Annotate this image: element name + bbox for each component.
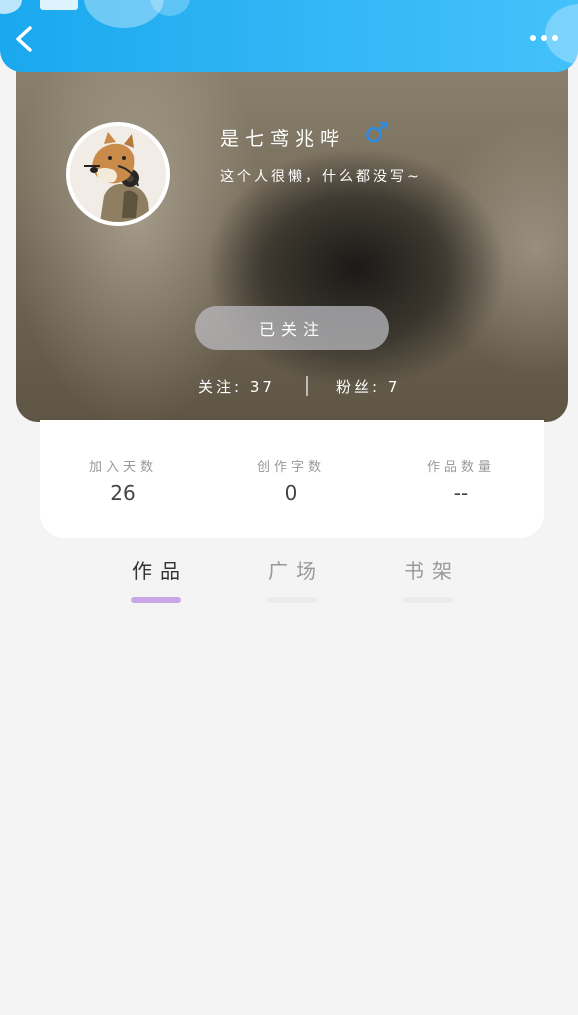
top-app-bar	[0, 0, 578, 72]
username: 是七鸢兆哔	[220, 128, 346, 150]
tab-bookshelf[interactable]: 书架	[388, 555, 468, 607]
tab-label: 广场	[268, 559, 324, 583]
stat-value: 0	[284, 481, 298, 505]
stat-value: --	[453, 481, 469, 505]
tab-works[interactable]: 作品	[116, 555, 196, 607]
avatar[interactable]	[66, 122, 170, 226]
following-count[interactable]: 关注: 37	[198, 376, 275, 397]
user-bio: 这个人很懒，什么都没写~	[220, 169, 422, 185]
stat-value: 26	[110, 481, 136, 505]
more-dots-icon	[530, 35, 536, 41]
tab-plaza[interactable]: 广场	[252, 555, 332, 607]
back-button[interactable]	[10, 22, 40, 56]
stat-word-count: 创作字数 0	[221, 456, 361, 505]
count-divider	[306, 376, 308, 396]
tab-indicator	[131, 597, 181, 603]
stats-panel: 加入天数 26 创作字数 0 作品数量 --	[40, 420, 544, 538]
decor-bubble	[0, 0, 22, 14]
more-dots-icon	[541, 35, 547, 41]
stat-label: 创作字数	[256, 460, 325, 475]
follow-status-button[interactable]: 已关注	[195, 306, 389, 350]
content-tabs: 作品 广场 书架	[0, 555, 578, 611]
more-button[interactable]	[530, 30, 566, 46]
stat-works-count: 作品数量 --	[391, 456, 531, 505]
tab-label: 作品	[132, 559, 188, 583]
male-gender-icon: ♂	[364, 116, 390, 149]
stat-join-days: 加入天数 26	[53, 456, 193, 505]
more-dots-icon	[552, 35, 558, 41]
follow-counts: 关注: 37 粉丝: 7	[16, 374, 568, 398]
tab-indicator	[267, 597, 317, 603]
stat-label: 加入天数	[88, 460, 157, 475]
chevron-left-icon	[16, 26, 32, 52]
followers-count[interactable]: 粉丝: 7	[336, 376, 400, 397]
tab-indicator	[403, 597, 453, 603]
profile-header-card: 是七鸢兆哔 ♂ 这个人很懒，什么都没写~ 已关注 关注: 37 粉丝: 7	[16, 68, 568, 422]
decor-bubble	[40, 0, 78, 10]
stat-label: 作品数量	[426, 460, 495, 475]
tab-label: 书架	[404, 559, 460, 583]
dog-avatar-image	[70, 126, 166, 222]
